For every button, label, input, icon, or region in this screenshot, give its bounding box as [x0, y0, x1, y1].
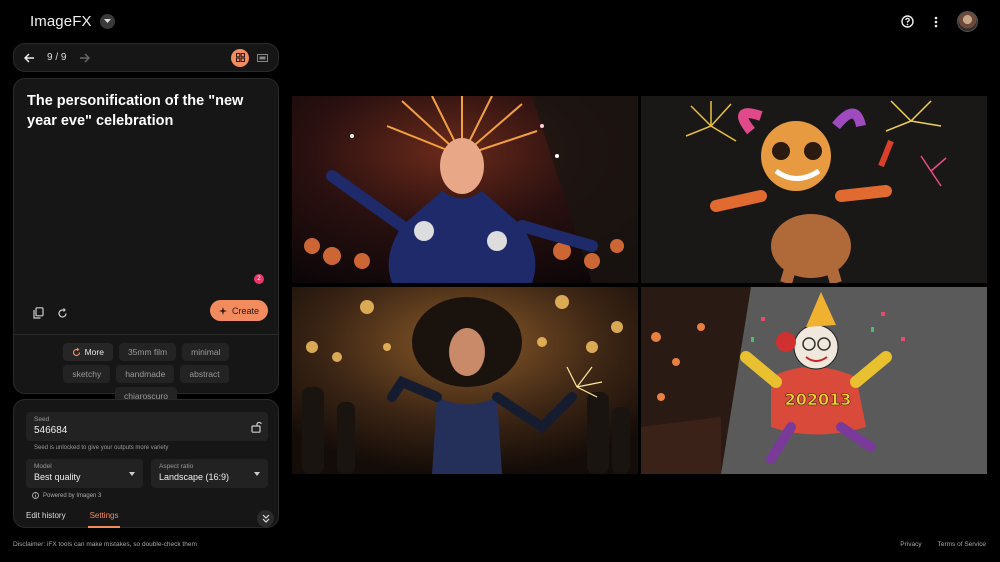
suggestion-badge[interactable]: 2: [254, 274, 264, 284]
model-value: Best quality: [34, 472, 81, 482]
disclaimer: Disclaimer: iFX tools can make mistakes,…: [13, 541, 197, 548]
prompt-textbox[interactable]: The personification of the "new year eve…: [27, 91, 267, 131]
clown-shirt-text: 202013: [785, 390, 852, 409]
seed-label: Seed: [34, 416, 50, 423]
powered-by: Powered by Imagen 3: [32, 492, 101, 499]
app-menu-caret-icon[interactable]: [99, 14, 115, 29]
seed-note: Seed is unlocked to give your outputs mo…: [34, 445, 169, 451]
sparkle-icon: [218, 306, 227, 315]
chip-more[interactable]: More: [62, 343, 113, 361]
aspect-ratio-value: Landscape (16:9): [159, 472, 230, 482]
generated-image-3[interactable]: [292, 287, 638, 474]
grid-view-icon[interactable]: [231, 48, 249, 67]
collapse-icon[interactable]: [257, 510, 274, 527]
panel-tabs: Edit history Settings: [14, 506, 278, 528]
chip-35mm-film[interactable]: 35mm film: [118, 343, 177, 361]
create-button-label: Create: [231, 305, 259, 316]
tab-edit-history[interactable]: Edit history: [26, 511, 66, 524]
privacy-link[interactable]: Privacy: [900, 541, 921, 548]
app-logo[interactable]: ImageFX: [30, 13, 115, 30]
more-vert-icon[interactable]: [928, 14, 944, 30]
footer-links: Privacy Terms of Service: [900, 541, 986, 548]
style-chips: More 35mm film minimal sketchy handmade …: [14, 343, 278, 405]
prompt-panel: The personification of the "new year eve…: [13, 78, 279, 405]
app-title: ImageFX: [30, 13, 92, 30]
chip-sketchy[interactable]: sketchy: [63, 365, 111, 383]
tab-settings[interactable]: Settings: [87, 511, 121, 528]
terms-link[interactable]: Terms of Service: [938, 541, 986, 548]
help-icon[interactable]: [899, 14, 915, 30]
seed-field[interactable]: Seed 546684: [26, 412, 268, 441]
arrow-forward-icon[interactable]: [76, 50, 92, 66]
info-icon: [32, 492, 39, 499]
carousel-view-icon[interactable]: [253, 49, 271, 67]
generated-image-1[interactable]: [292, 96, 638, 283]
reset-icon[interactable]: [54, 305, 70, 321]
view-toggle: [231, 48, 271, 67]
seed-value[interactable]: 546684: [34, 425, 260, 436]
chip-minimal[interactable]: minimal: [182, 343, 230, 361]
aspect-ratio-label: Aspect ratio: [159, 463, 194, 470]
copy-icon[interactable]: [30, 305, 46, 321]
chip-abstract[interactable]: abstract: [180, 365, 229, 383]
settings-panel: Seed 546684 Seed is unlocked to give you…: [13, 399, 279, 528]
top-right-actions: [899, 11, 978, 32]
user-avatar[interactable]: [957, 11, 978, 32]
arrow-back-icon[interactable]: [21, 50, 37, 66]
create-button[interactable]: Create: [210, 300, 268, 321]
unlock-icon[interactable]: [251, 420, 262, 438]
chevron-down-icon: [129, 472, 135, 476]
image-navigation-bar: 9 / 9: [13, 43, 279, 72]
generated-image-2[interactable]: [641, 96, 987, 283]
aspect-ratio-select[interactable]: Aspect ratio Landscape (16:9): [151, 459, 268, 488]
generated-image-4[interactable]: 202013: [641, 287, 987, 474]
chip-handmade[interactable]: handmade: [116, 365, 175, 383]
chevron-down-icon: [254, 472, 260, 476]
panel-divider: [14, 334, 278, 335]
image-counter: 9 / 9: [47, 52, 67, 63]
refresh-icon: [72, 347, 80, 356]
model-label: Model: [34, 463, 52, 470]
model-select[interactable]: Model Best quality: [26, 459, 143, 488]
